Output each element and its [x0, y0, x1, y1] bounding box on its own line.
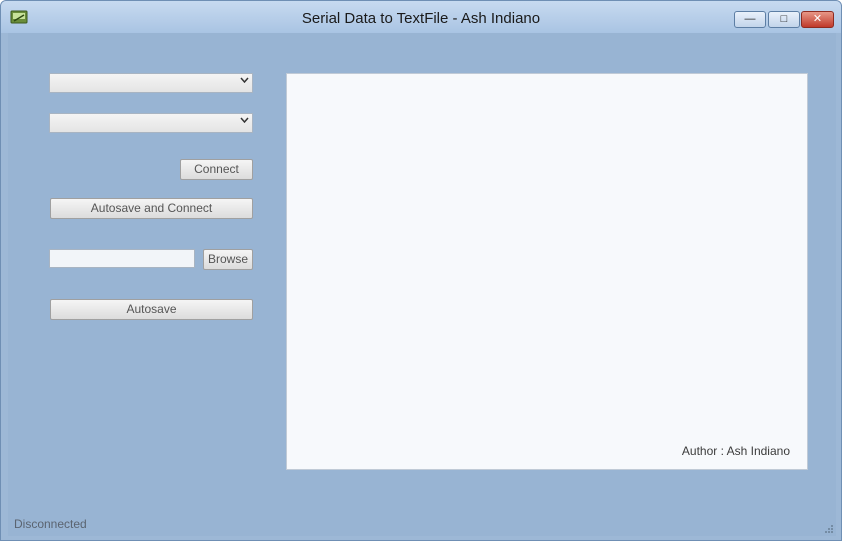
- connection-status: Disconnected: [14, 517, 87, 531]
- chevron-down-icon[interactable]: [240, 116, 249, 127]
- main-window: Serial Data to TextFile - Ash Indiano — …: [0, 0, 842, 541]
- file-path-input[interactable]: [49, 249, 195, 268]
- port-combobox[interactable]: [49, 73, 253, 93]
- connect-button[interactable]: Connect: [180, 159, 253, 180]
- resize-grip-icon[interactable]: [824, 524, 834, 534]
- maximize-button[interactable]: □: [768, 11, 800, 28]
- autosave-button[interactable]: Autosave: [50, 299, 253, 320]
- close-icon: ✕: [812, 13, 823, 25]
- close-button[interactable]: ✕: [801, 11, 834, 28]
- autosave-and-connect-button[interactable]: Autosave and Connect: [50, 198, 253, 219]
- baud-combobox[interactable]: [49, 113, 253, 133]
- maximize-icon: □: [780, 13, 788, 25]
- author-label: Author : Ash Indiano: [681, 444, 790, 458]
- browse-button[interactable]: Browse: [203, 249, 253, 270]
- client-area: Connect Autosave and Connect Browse Auto…: [8, 33, 836, 536]
- window-title: Serial Data to TextFile - Ash Indiano: [301, 10, 541, 27]
- title-bar[interactable]: Serial Data to TextFile - Ash Indiano — …: [1, 1, 841, 33]
- minimize-icon: —: [744, 13, 756, 25]
- serial-output-textbox[interactable]: Author : Ash Indiano: [286, 73, 808, 470]
- minimize-button[interactable]: —: [734, 11, 766, 28]
- chevron-down-icon[interactable]: [240, 76, 249, 87]
